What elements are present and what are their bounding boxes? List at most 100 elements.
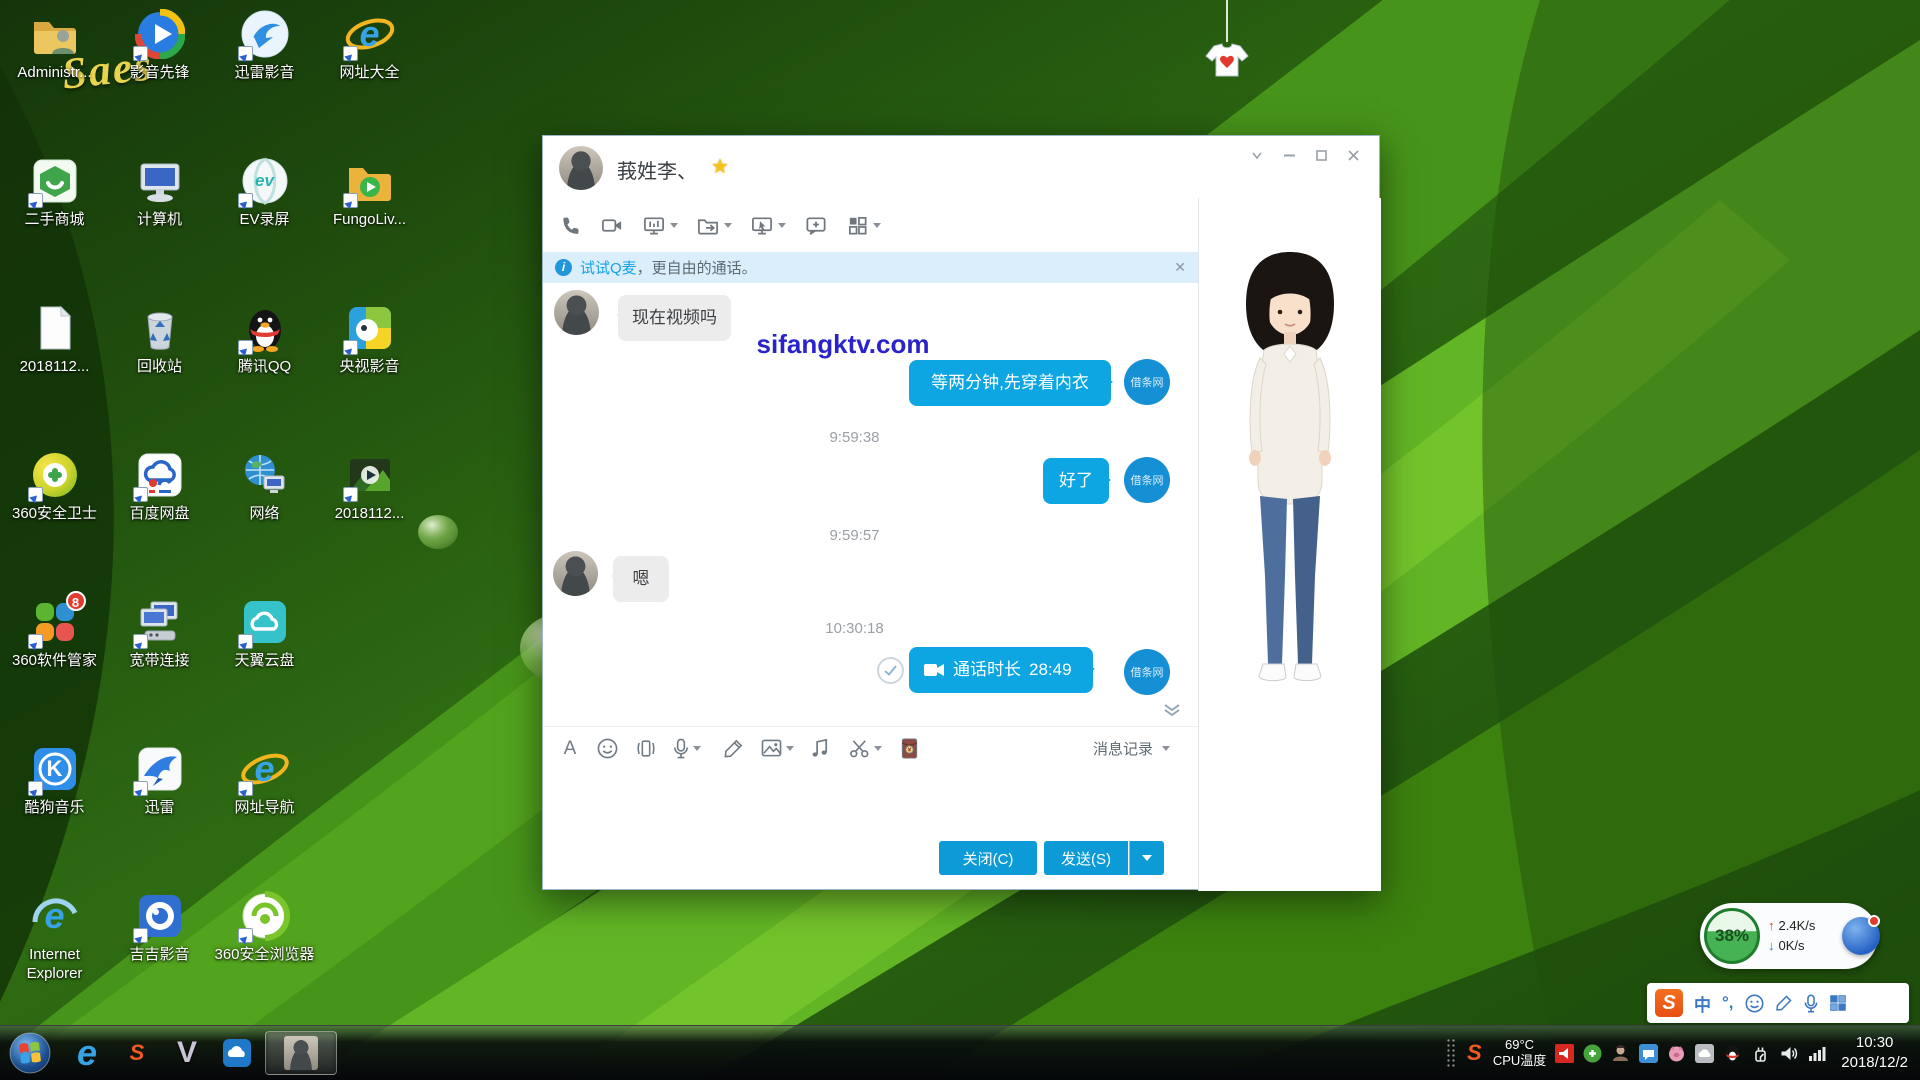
desktop-icon-document[interactable]: 2018112... bbox=[2, 298, 107, 445]
chinese-mode-toggle[interactable]: 中 bbox=[1694, 991, 1711, 1016]
remote-desktop-button[interactable] bbox=[750, 214, 786, 237]
sogou-logo-icon[interactable] bbox=[1655, 989, 1683, 1017]
screenshot-button[interactable] bbox=[849, 738, 885, 760]
call-record-bubble[interactable]: 通话时长 28:49 bbox=[909, 647, 1093, 693]
dropdown-arrow-icon[interactable] bbox=[693, 746, 701, 755]
desktop-icon-administrator[interactable]: Administr... bbox=[2, 4, 107, 151]
window-titlebar[interactable]: 莪姓李、 ★ bbox=[543, 136, 1379, 198]
360-speed-widget[interactable]: 38% ↑2.4K/s ↓0K/s bbox=[1700, 903, 1878, 969]
desktop-icon-recycle-bin[interactable]: 回收站 bbox=[107, 298, 212, 445]
message-list[interactable]: 现在视频吗 sifangktv.com 等两分钟,先穿着内衣 借条网 9:59:… bbox=[543, 283, 1198, 726]
desktop-icon-kugou[interactable]: 酷狗音乐 bbox=[2, 739, 107, 886]
tray-network-signal-icon[interactable] bbox=[1807, 1044, 1826, 1063]
desktop-icon-360-safe[interactable]: 360安全卫士 bbox=[2, 445, 107, 592]
voice-input-icon[interactable] bbox=[1804, 994, 1818, 1013]
emoji-picker-icon[interactable] bbox=[1745, 994, 1764, 1013]
self-avatar-badge[interactable]: 借条网 bbox=[1124, 649, 1170, 695]
maximize-button[interactable] bbox=[1305, 144, 1337, 166]
accelerate-ball[interactable] bbox=[1842, 917, 1880, 955]
font-button[interactable] bbox=[559, 738, 581, 760]
desktop-icon-wangzhi-daohang[interactable]: 网址导航 bbox=[212, 739, 317, 886]
desktop-icon-360-manager[interactable]: 8 360软件管家 bbox=[2, 592, 107, 739]
desktop-icon-ev-luping[interactable]: EV录屏 bbox=[212, 151, 317, 298]
doodle-button[interactable] bbox=[723, 738, 745, 760]
toolbox-grid-icon[interactable] bbox=[1829, 994, 1847, 1012]
desktop-icon-jiji-player[interactable]: 吉吉影音 bbox=[107, 886, 212, 1033]
tray-sogou-icon[interactable] bbox=[1465, 1044, 1484, 1063]
dropdown-arrow-icon[interactable] bbox=[786, 746, 794, 755]
screen-share-button[interactable] bbox=[642, 214, 678, 237]
taskbar-sogou-button[interactable] bbox=[115, 1031, 159, 1075]
dropdown-arrow-icon[interactable] bbox=[778, 223, 786, 232]
desktop-icon-tencent-qq[interactable]: 腾讯QQ bbox=[212, 298, 317, 445]
message-input-area[interactable] bbox=[543, 770, 1198, 836]
desktop-icon-computer[interactable]: 计算机 bbox=[107, 151, 212, 298]
tray-contact-icon[interactable] bbox=[1611, 1044, 1630, 1063]
peer-avatar[interactable] bbox=[559, 146, 603, 190]
send-file-button[interactable] bbox=[696, 214, 732, 237]
desktop-icon-video-file[interactable]: 2018112... bbox=[317, 445, 422, 592]
desktop-icon-fungolive[interactable]: FungoLiv... bbox=[317, 151, 422, 298]
desktop-icon-ershoushangcheng[interactable]: 二手商城 bbox=[2, 151, 107, 298]
taskbar-ie-button[interactable] bbox=[65, 1031, 109, 1075]
video-call-button[interactable] bbox=[600, 214, 624, 237]
apps-grid-button[interactable] bbox=[846, 214, 881, 237]
taskbar-clock[interactable]: 10:30 2018/12/2 bbox=[1841, 1033, 1908, 1074]
desktop-icon-broadband[interactable]: 宽带连接 bbox=[107, 592, 212, 739]
taskbar-qq-chat-button[interactable] bbox=[265, 1031, 337, 1075]
desktop-icon-xunlei-yingyin[interactable]: 迅雷影音 bbox=[212, 4, 317, 151]
dropdown-arrow-icon[interactable] bbox=[873, 223, 881, 232]
handwriting-icon[interactable] bbox=[1775, 994, 1793, 1012]
close-chat-button[interactable]: 关闭(C) bbox=[939, 841, 1037, 875]
desktop-icon-yingyinxianfeng[interactable]: 影音先锋 bbox=[107, 4, 212, 151]
taskbar-vagaa-button[interactable] bbox=[165, 1031, 209, 1075]
peer-message-avatar[interactable] bbox=[553, 551, 598, 596]
self-avatar-badge[interactable]: 借条网 bbox=[1124, 359, 1170, 405]
tray-qq-icon[interactable] bbox=[1723, 1044, 1742, 1063]
red-packet-button[interactable] bbox=[901, 738, 923, 760]
dropdown-arrow-icon[interactable] bbox=[670, 223, 678, 232]
desktop-icon-network[interactable]: 网络 bbox=[212, 445, 317, 592]
memory-percent-ball[interactable]: 38% bbox=[1704, 908, 1760, 964]
qmic-link[interactable]: 试试Q麦 bbox=[580, 257, 637, 278]
music-share-button[interactable] bbox=[811, 738, 833, 760]
qq-show-girl-avatar[interactable] bbox=[1230, 246, 1350, 716]
self-avatar-badge[interactable]: 借条网 bbox=[1124, 457, 1170, 503]
desktop-icon-tianyi-cloud[interactable]: 天翼云盘 bbox=[212, 592, 317, 739]
desktop-icon-internet-explorer[interactable]: Internet Explorer bbox=[2, 886, 107, 1033]
desktop-icon-xunlei[interactable]: 迅雷 bbox=[107, 739, 212, 886]
voice-call-button[interactable] bbox=[559, 214, 582, 237]
desktop-icon-baidu-pan[interactable]: 百度网盘 bbox=[107, 445, 212, 592]
cpu-temperature[interactable]: 69°C CPU温度 bbox=[1493, 1037, 1546, 1070]
notice-close-icon[interactable]: ✕ bbox=[1174, 259, 1186, 276]
start-button[interactable] bbox=[6, 1029, 54, 1077]
send-image-button[interactable] bbox=[761, 738, 795, 760]
desktop-icon-cbox[interactable]: 央视影音 bbox=[317, 298, 422, 445]
window-menu-button[interactable] bbox=[1241, 144, 1273, 166]
tray-pig-icon[interactable] bbox=[1667, 1044, 1686, 1063]
show-hidden-icons-button[interactable] bbox=[1446, 1038, 1456, 1068]
send-options-dropdown[interactable] bbox=[1129, 841, 1164, 875]
emoji-button[interactable] bbox=[597, 738, 619, 760]
message-history-button[interactable]: 消息记录 bbox=[1093, 738, 1170, 759]
dropdown-arrow-icon[interactable] bbox=[724, 223, 732, 232]
scroll-to-bottom-icon[interactable] bbox=[1163, 703, 1181, 722]
minimize-button[interactable] bbox=[1273, 144, 1305, 166]
punctuation-toggle[interactable]: °, bbox=[1722, 993, 1734, 1013]
sogou-input-bar[interactable]: 中 °, bbox=[1647, 983, 1909, 1023]
tray-cloud-icon[interactable] bbox=[1695, 1044, 1714, 1063]
tray-power-icon[interactable] bbox=[1751, 1044, 1770, 1063]
create-group-button[interactable] bbox=[804, 214, 828, 237]
dropdown-arrow-icon[interactable] bbox=[874, 746, 882, 755]
peer-message-avatar[interactable] bbox=[554, 290, 599, 335]
window-shake-button[interactable] bbox=[635, 738, 657, 760]
tray-kugou-icon[interactable] bbox=[1555, 1044, 1574, 1063]
close-button[interactable] bbox=[1337, 144, 1369, 166]
desktop-icon-wangzhidaquan[interactable]: 网址大全 bbox=[317, 4, 422, 151]
tray-volume-icon[interactable] bbox=[1779, 1044, 1798, 1063]
tray-360-icon[interactable] bbox=[1583, 1044, 1602, 1063]
taskbar-cloud-button[interactable] bbox=[215, 1031, 259, 1075]
desktop-icon-360-browser[interactable]: 360安全浏览器 bbox=[212, 886, 317, 1033]
tray-messenger-icon[interactable] bbox=[1639, 1044, 1658, 1063]
voice-message-button[interactable] bbox=[673, 738, 707, 760]
